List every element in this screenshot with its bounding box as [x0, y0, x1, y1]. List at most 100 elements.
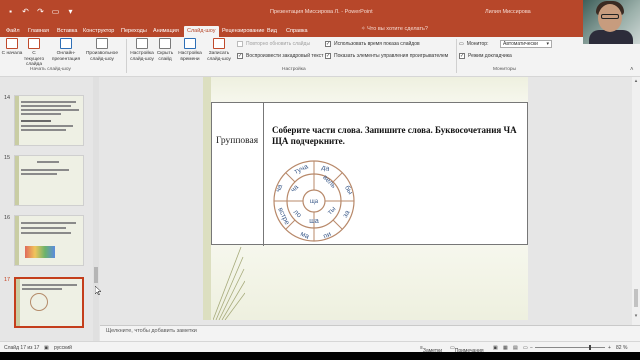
checkbox-box: ✓ [325, 53, 331, 59]
zoom-slider-knob[interactable] [589, 345, 591, 350]
tab-transitions[interactable]: Переходы [118, 26, 150, 37]
group-monitors-label: Мониторы [493, 67, 516, 72]
group-setup-label: Настройка [282, 67, 306, 72]
undo-icon[interactable]: ↶ [21, 7, 30, 16]
comments-button[interactable]: ▭ Примечания [450, 345, 484, 354]
row-label: Групповая [216, 136, 259, 146]
scroll-thumb[interactable] [634, 289, 638, 307]
slide-sorter-icon[interactable]: ▦ [503, 345, 508, 351]
thumbnail-side-band [15, 96, 19, 145]
zoom-slider[interactable] [535, 345, 605, 350]
thumbnail-wheel [30, 293, 48, 311]
show-controls-checkbox[interactable]: ✓ Показать элементы управления проигрыват… [325, 53, 448, 59]
tab-view[interactable]: Вид [264, 26, 280, 37]
workspace: 14 15 16 17 Групповая Соберите части сло… [0, 77, 640, 341]
show-controls-label: Показать элементы управления проигрывате… [334, 53, 449, 59]
customize-icon[interactable]: ▾ [66, 7, 75, 16]
table-label-cell: Групповая [212, 103, 264, 246]
ribbon-separator [126, 39, 127, 73]
reading-view-icon[interactable]: ▤ [513, 345, 518, 351]
scroll-up-icon[interactable]: ▴ [633, 78, 639, 84]
thumbnail-number: 14 [4, 95, 11, 101]
language-indicator[interactable]: русский [54, 345, 72, 351]
record-slideshow-button[interactable]: Записать слайд-шоу [205, 38, 233, 62]
scroll-down-icon[interactable]: ▾ [633, 313, 639, 319]
record-slideshow-label: Записать слайд-шоу [207, 51, 231, 62]
use-timings-checkbox[interactable]: ✓ Использовать время показа слайдов [325, 41, 420, 47]
hide-slide-label: Скрыть слайд [156, 51, 174, 62]
slide-thumbnail-16[interactable] [14, 215, 84, 266]
thumbnail-number: 17 [4, 277, 11, 283]
slide-thumbnail-17[interactable] [14, 277, 84, 328]
tab-animations[interactable]: Анимация [150, 26, 182, 37]
from-current-label: С текущего слайда [23, 51, 45, 67]
slide-vertical-scrollbar[interactable]: ▴ ▾ [632, 77, 640, 325]
thumbnail-text-line [21, 129, 66, 131]
rehearse-timings-label: Настройка времени [178, 51, 202, 62]
quick-access-toolbar: ▪ ↶ ↷ ▭ ▾ [6, 7, 75, 16]
current-slide[interactable]: Групповая Соберите части слова. Запишите… [203, 77, 528, 320]
tab-help[interactable]: Справка [283, 26, 311, 37]
save-icon[interactable]: ▪ [6, 7, 15, 16]
tab-design[interactable]: Конструктор [80, 26, 117, 37]
present-icon[interactable]: ▭ [51, 7, 60, 16]
tab-insert[interactable]: Вставка [54, 26, 80, 37]
tab-file[interactable]: Файл [3, 26, 23, 37]
custom-slideshow-button[interactable]: Произвольное слайд-шоу [84, 38, 120, 62]
rerecord-checkbox[interactable]: Повторно обновить слайды [237, 41, 310, 47]
presenter-body [589, 30, 633, 44]
zoom-in-icon[interactable]: + [608, 345, 611, 351]
zoom-level[interactable]: 82 % [616, 345, 627, 351]
user-name[interactable]: Лилия Миссирова [485, 9, 531, 15]
slide-thumbnail-14[interactable] [14, 95, 84, 146]
tab-review[interactable]: Рецензирование [219, 26, 267, 37]
tab-home[interactable]: Главная [25, 26, 52, 37]
tell-me-search[interactable]: ✧ Что вы хотите сделать? [361, 26, 428, 32]
notes-button[interactable]: ≡ Заметки [420, 345, 442, 354]
slide-bottom-band [211, 245, 528, 320]
slide-thumbnails-pane: 14 15 16 17 [0, 77, 99, 341]
from-start-button[interactable]: С начала [0, 38, 24, 57]
thumbnail-text-line [21, 125, 73, 127]
custom-slideshow-label: Произвольное слайд-шоу [85, 51, 118, 62]
zoom-out-icon[interactable]: − [530, 345, 533, 351]
monitor-select[interactable]: Автоматически [500, 40, 552, 48]
thumbnail-text-line [21, 232, 71, 234]
tell-me-label: Что вы хотите сделать? [367, 26, 428, 32]
redo-icon[interactable]: ↷ [36, 7, 45, 16]
from-start-label: С начала [1, 51, 23, 56]
checkbox-box: ✓ [237, 53, 243, 59]
thumbnail-text-line [21, 101, 76, 103]
hide-slide-button[interactable]: Скрыть слайд [154, 38, 176, 62]
online-presentation-button[interactable]: Онлайн-презентация [50, 38, 82, 62]
slide-table[interactable]: Групповая Соберите части слова. Запишите… [211, 102, 528, 246]
thumbnail-text-line [22, 288, 62, 290]
mouse-cursor-icon [95, 286, 101, 295]
spellcheck-icon[interactable]: ▣ [44, 345, 49, 351]
ribbon-tabs: Файл Главная Вставка Конструктор Переход… [0, 24, 640, 37]
slide-editing-area: Групповая Соберите части слова. Запишите… [100, 77, 632, 325]
presenter-view-checkbox[interactable]: ✓ Режим докладчика [459, 53, 512, 59]
monitor-row: ▭ Монитор: [459, 41, 488, 47]
slide-counter: Слайд 17 из 17 [4, 345, 40, 351]
slide-top-band [211, 77, 528, 102]
from-current-button[interactable]: С текущего слайда [22, 38, 46, 68]
thumbnail-text-line [21, 222, 76, 224]
narration-checkbox[interactable]: ✓ Воспроизвести закадровый текст [237, 53, 323, 59]
thumbnail-text-line [21, 109, 79, 111]
slideshow-view-icon[interactable]: ▭ [523, 345, 528, 351]
wheel-syllable: ша [309, 218, 319, 225]
collapse-ribbon-icon[interactable]: ˄ [630, 67, 634, 73]
setup-slideshow-button[interactable]: Настройка слайд-шоу [129, 38, 155, 62]
thumbnails-scrollbar[interactable] [93, 77, 99, 341]
hide-slide-icon [159, 38, 171, 49]
notes-pane[interactable]: Щелкните, чтобы добавить заметки [100, 326, 640, 341]
rehearse-timings-button[interactable]: Настройка времени [177, 38, 203, 62]
normal-view-icon[interactable]: ▣ [493, 345, 498, 351]
slide-thumbnail-15[interactable] [14, 155, 84, 206]
ribbon: С начала С текущего слайда Онлайн-презен… [0, 37, 640, 77]
scroll-thumb[interactable] [94, 267, 98, 283]
thumbnail-picture [25, 246, 55, 258]
group-start-label: Начать слайд-шоу [30, 67, 71, 72]
tab-slideshow[interactable]: Слайд-шоу [184, 26, 219, 37]
